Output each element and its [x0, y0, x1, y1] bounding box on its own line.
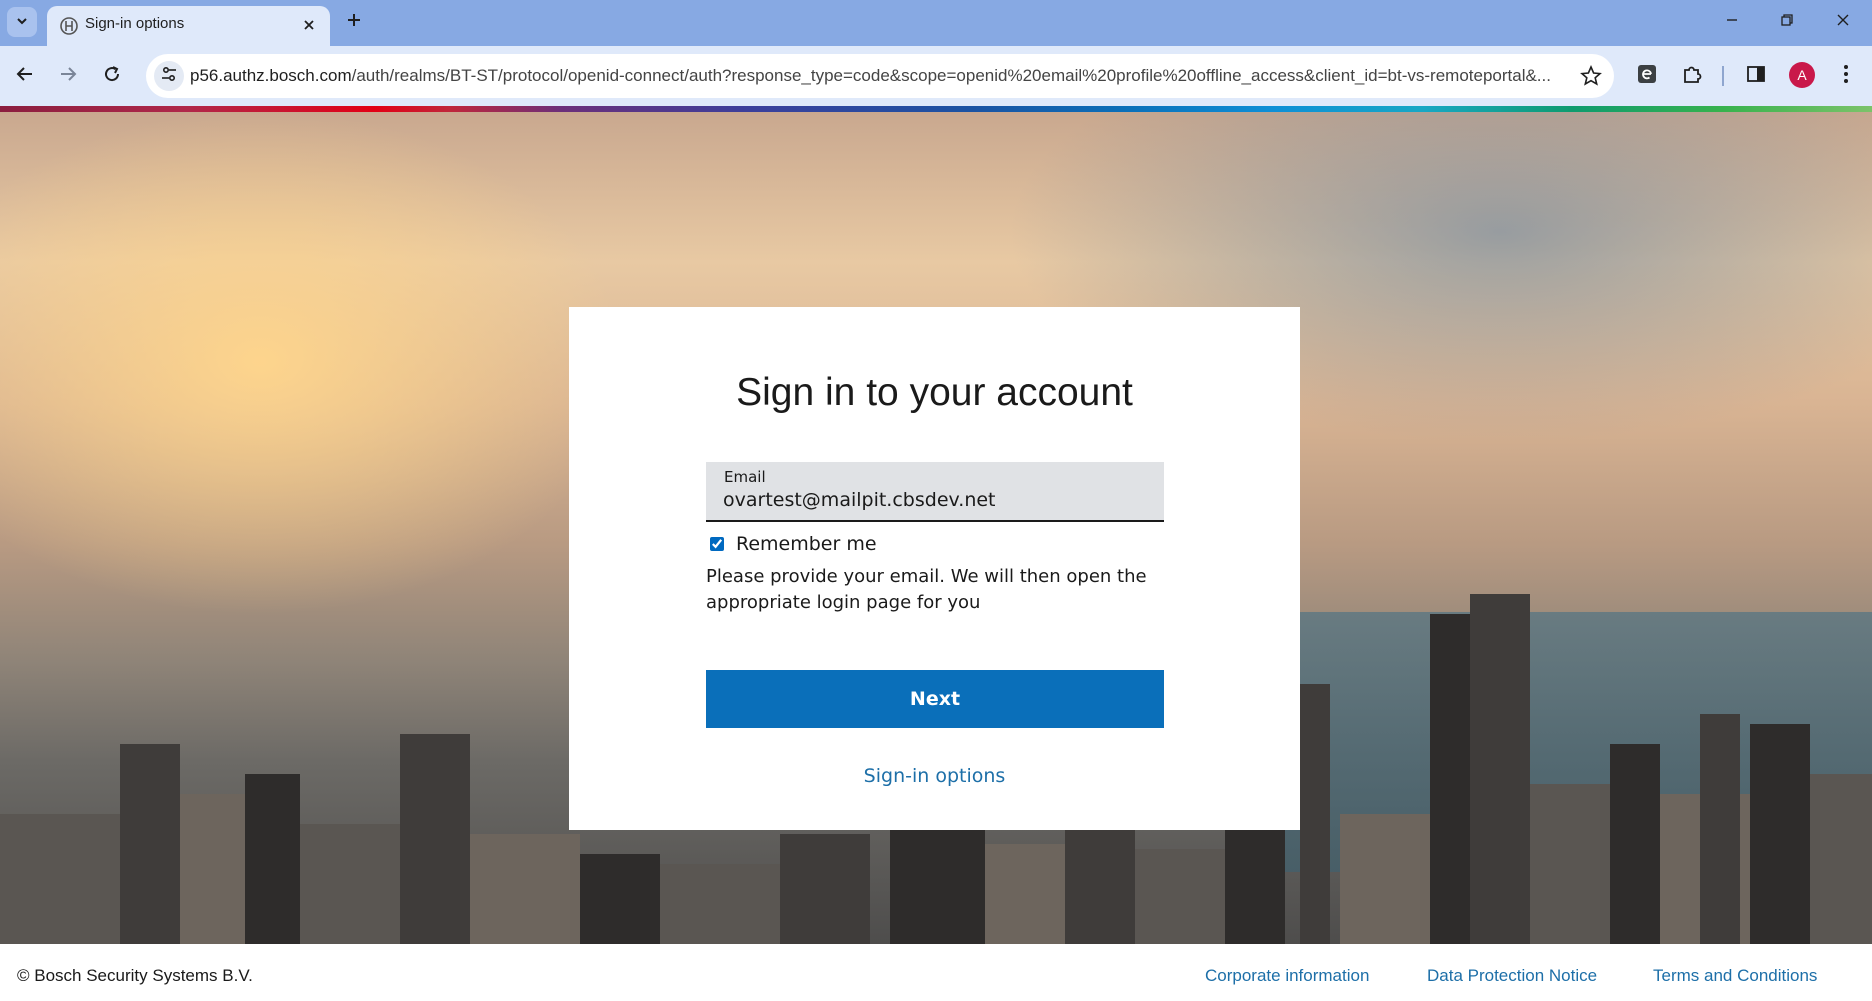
side-panel-button[interactable] — [1742, 62, 1770, 90]
remember-me-label: Remember me — [736, 533, 877, 555]
browser-toolbar: p56.authz.bosch.com/auth/realms/BT-ST/pr… — [0, 46, 1872, 106]
next-button[interactable]: Next — [706, 670, 1164, 728]
login-card: Sign in to your account Email Remember m… — [569, 307, 1300, 830]
close-window-button[interactable] — [1825, 6, 1861, 36]
close-icon — [1836, 12, 1850, 31]
minimize-button[interactable] — [1714, 6, 1750, 36]
web-page: Sign in to your account Email Remember m… — [0, 106, 1872, 1001]
remember-me-row[interactable]: Remember me — [710, 533, 877, 555]
forward-button[interactable] — [53, 61, 83, 91]
url-text[interactable]: p56.authz.bosch.com/auth/realms/BT-ST/pr… — [190, 66, 1570, 86]
reload-icon — [103, 65, 121, 87]
tab-search-button[interactable] — [7, 7, 37, 37]
tune-icon — [160, 65, 178, 87]
restore-button[interactable] — [1769, 6, 1805, 36]
new-tab-button[interactable] — [340, 8, 368, 36]
tab-title: Sign-in options — [85, 15, 185, 32]
arrow-right-icon — [59, 65, 77, 87]
puzzle-icon — [1681, 63, 1703, 89]
remember-me-checkbox[interactable] — [710, 537, 724, 551]
bosch-favicon-icon — [59, 16, 79, 36]
url-host: p56.authz.bosch.com — [190, 66, 352, 85]
close-tab-icon[interactable] — [298, 14, 320, 36]
email-hint-text: Please provide your email. We will then … — [706, 566, 1147, 613]
back-button[interactable] — [10, 61, 40, 91]
browser-tab-bar: Sign-in options — [0, 0, 1872, 46]
extension-button[interactable] — [1633, 62, 1661, 90]
corporate-information-link[interactable]: Corporate information — [1205, 966, 1369, 986]
arrow-left-icon — [16, 65, 34, 87]
reload-button[interactable] — [97, 61, 127, 91]
more-vertical-icon — [1843, 64, 1849, 88]
email-label: Email — [724, 468, 766, 486]
data-protection-notice-link[interactable]: Data Protection Notice — [1427, 966, 1597, 986]
restore-icon — [1780, 12, 1794, 31]
copyright-text: © Bosch Security Systems B.V. — [17, 966, 253, 985]
side-panel-icon — [1746, 64, 1766, 88]
browser-menu-button[interactable] — [1832, 62, 1860, 90]
profile-avatar[interactable]: A — [1789, 62, 1815, 88]
tab-sign-in-options[interactable]: Sign-in options — [47, 6, 330, 46]
url-path: /auth/realms/BT-ST/protocol/openid-conne… — [351, 66, 1551, 85]
toolbar-separator — [1722, 66, 1724, 86]
footer: © Bosch Security Systems B.V. Corporate … — [0, 944, 1872, 1001]
chevron-down-icon — [15, 13, 29, 32]
email-field[interactable]: Email — [706, 462, 1164, 522]
extensions-button[interactable] — [1678, 62, 1706, 90]
site-info-button[interactable] — [154, 61, 184, 91]
page-title: Sign in to your account — [736, 371, 1133, 414]
terms-and-conditions-link[interactable]: Terms and Conditions — [1653, 966, 1817, 986]
extension-e-icon — [1636, 63, 1658, 89]
sign-in-options-link[interactable]: Sign-in options — [569, 765, 1300, 787]
bookmark-star-icon[interactable] — [1580, 64, 1602, 87]
email-input[interactable] — [723, 487, 1153, 513]
address-bar[interactable]: p56.authz.bosch.com/auth/realms/BT-ST/pr… — [146, 54, 1614, 98]
minimize-icon — [1725, 12, 1739, 31]
plus-icon — [346, 12, 362, 32]
